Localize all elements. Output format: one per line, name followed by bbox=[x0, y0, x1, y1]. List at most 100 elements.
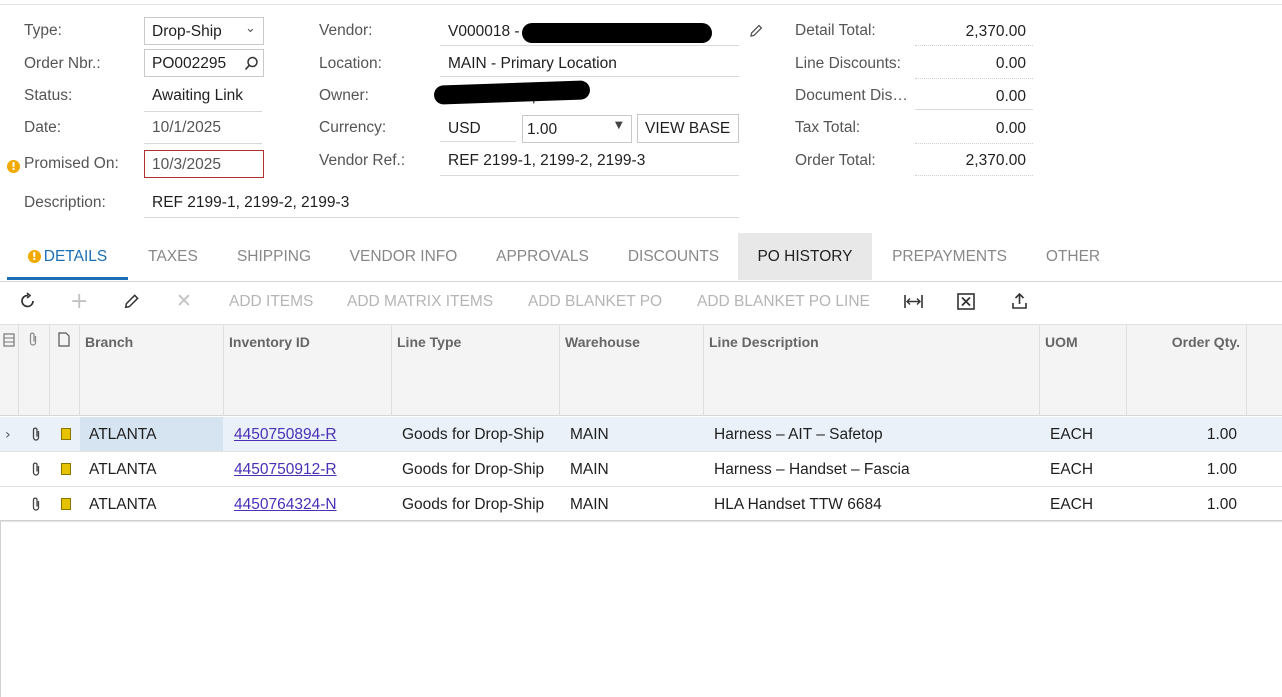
row-paperclip-icon[interactable] bbox=[30, 452, 42, 486]
status-label: Status: bbox=[24, 87, 73, 104]
refresh-icon[interactable] bbox=[19, 292, 37, 310]
cell-branch[interactable]: ATLANTA bbox=[89, 417, 156, 451]
attachment-column bbox=[19, 325, 50, 416]
excel-export-icon[interactable] bbox=[957, 293, 975, 310]
promised-on-field[interactable]: 10/3/2025 bbox=[144, 150, 264, 178]
location-label: Location: bbox=[319, 55, 382, 72]
header-warehouse[interactable]: Warehouse bbox=[560, 325, 704, 416]
table-row[interactable]: › ATLANTA 4450750894-R Goods for Drop-Sh… bbox=[0, 417, 1282, 452]
detail-total-value: 2,370.00 bbox=[965, 23, 1026, 40]
cell-line-type[interactable]: Goods for Drop-Ship bbox=[402, 417, 544, 451]
cell-line-type[interactable]: Goods for Drop-Ship bbox=[402, 487, 544, 521]
location-underline bbox=[440, 51, 739, 77]
view-base-label: VIEW BASE bbox=[645, 120, 731, 137]
cell-line-type[interactable]: Goods for Drop-Ship bbox=[402, 452, 544, 486]
cell-order-qty[interactable]: 1.00 bbox=[1127, 452, 1237, 486]
vendor-ref-underline bbox=[440, 150, 739, 176]
add-matrix-items-button[interactable]: ADD MATRIX ITEMS bbox=[347, 293, 493, 311]
header-line-type[interactable]: Line Type bbox=[392, 325, 560, 416]
order-total-underline bbox=[915, 174, 1033, 176]
cell-inventory-id-link[interactable]: 4450750912-R bbox=[234, 452, 337, 486]
cell-line-description[interactable]: HLA Handset TTW 6684 bbox=[714, 487, 882, 521]
currency-label: Currency: bbox=[319, 119, 387, 136]
tab-other[interactable]: OTHER bbox=[1033, 233, 1113, 280]
promised-on-label: Promised On: bbox=[24, 155, 119, 172]
view-base-button[interactable]: VIEW BASE bbox=[637, 114, 739, 143]
cell-order-qty[interactable]: 1.00 bbox=[1127, 487, 1237, 521]
pencil-icon[interactable] bbox=[748, 23, 764, 39]
type-label: Type: bbox=[24, 22, 62, 39]
table-row[interactable]: ATLANTA 4450764324-N Goods for Drop-Ship… bbox=[0, 487, 1282, 522]
type-value: Drop-Ship bbox=[152, 23, 222, 40]
line-discounts-underline bbox=[915, 77, 1033, 79]
warning-icon: ! bbox=[7, 157, 20, 175]
edit-icon[interactable] bbox=[123, 293, 140, 310]
cell-warehouse[interactable]: MAIN bbox=[570, 417, 609, 451]
search-icon[interactable] bbox=[244, 56, 259, 71]
tab-taxes[interactable]: TAXES bbox=[136, 233, 210, 280]
cell-uom[interactable]: EACH bbox=[1050, 487, 1093, 521]
grid-settings-column[interactable] bbox=[0, 325, 19, 416]
upload-icon[interactable] bbox=[1011, 292, 1028, 310]
row-paperclip-icon[interactable] bbox=[30, 487, 42, 521]
cell-inventory-id-link[interactable]: 4450764324-N bbox=[234, 487, 337, 521]
cell-warehouse[interactable]: MAIN bbox=[570, 452, 609, 486]
cell-line-description[interactable]: Harness – AIT – Safetop bbox=[714, 417, 883, 451]
status-underline bbox=[144, 86, 262, 112]
cell-order-qty[interactable]: 1.00 bbox=[1127, 417, 1237, 451]
add-items-button[interactable]: ADD ITEMS bbox=[229, 293, 313, 311]
currency-rate-value: 1.00 bbox=[527, 121, 558, 138]
tab-bar: ! DETAILS TAXES SHIPPING VENDOR INFO APPR… bbox=[0, 233, 1282, 282]
order-nbr-value: PO002295 bbox=[152, 55, 227, 72]
cell-uom[interactable]: EACH bbox=[1050, 417, 1093, 451]
type-select[interactable]: Drop-Ship ⌄ bbox=[144, 17, 264, 45]
note-column bbox=[50, 325, 80, 416]
document-dis-label: Document Dis… bbox=[795, 87, 908, 104]
tab-approvals[interactable]: APPROVALS bbox=[484, 233, 601, 280]
tab-po-history[interactable]: PO HISTORY bbox=[738, 233, 872, 280]
tab-vendor-info[interactable]: VENDOR INFO bbox=[337, 233, 470, 280]
add-blanket-po-line-button[interactable]: ADD BLANKET PO LINE bbox=[697, 293, 870, 311]
promised-on-value: 10/3/2025 bbox=[152, 156, 221, 173]
columns-icon bbox=[3, 333, 15, 347]
grid-left-border bbox=[0, 520, 1, 697]
tab-discounts[interactable]: DISCOUNTS bbox=[615, 233, 732, 280]
row-paperclip-icon[interactable] bbox=[30, 417, 42, 451]
cell-warehouse[interactable]: MAIN bbox=[570, 487, 609, 521]
header-line-description[interactable]: Line Description bbox=[704, 325, 1040, 416]
warning-icon: ! bbox=[27, 250, 41, 263]
fit-columns-icon[interactable] bbox=[903, 293, 924, 310]
cell-branch[interactable]: ATLANTA bbox=[89, 452, 156, 486]
tab-prepayments[interactable]: PREPAYMENTS bbox=[880, 233, 1019, 280]
table-row[interactable]: ATLANTA 4450750912-R Goods for Drop-Ship… bbox=[0, 452, 1282, 487]
add-row-icon[interactable]: + bbox=[70, 289, 88, 314]
row-note-icon[interactable] bbox=[61, 417, 71, 451]
header-branch[interactable]: Branch bbox=[80, 325, 224, 416]
tab-shipping[interactable]: SHIPPING bbox=[224, 233, 324, 280]
header-uom[interactable]: UOM bbox=[1040, 325, 1127, 416]
description-label: Description: bbox=[24, 194, 106, 211]
row-note-icon[interactable] bbox=[61, 452, 71, 486]
tab-details[interactable]: ! DETAILS bbox=[7, 233, 128, 280]
tax-total-underline bbox=[915, 142, 1033, 144]
order-nbr-label: Order Nbr.: bbox=[24, 55, 101, 72]
cell-uom[interactable]: EACH bbox=[1050, 452, 1093, 486]
cell-branch[interactable]: ATLANTA bbox=[89, 487, 156, 521]
vendor-underline bbox=[440, 20, 739, 46]
add-blanket-po-button[interactable]: ADD BLANKET PO bbox=[528, 293, 662, 311]
owner-label: Owner: bbox=[319, 87, 369, 104]
cell-line-description[interactable]: Harness – Handset – Fascia bbox=[714, 452, 910, 486]
currency-rate-select[interactable]: 1.00 ▼ bbox=[522, 115, 632, 143]
chevron-down-icon: ⌄ bbox=[245, 21, 256, 36]
detail-total-label: Detail Total: bbox=[795, 22, 876, 39]
row-note-icon[interactable] bbox=[61, 487, 71, 521]
header-inventory-id[interactable]: Inventory ID bbox=[224, 325, 392, 416]
cell-inventory-id-link[interactable]: 4450750894-R bbox=[234, 417, 337, 451]
top-divider bbox=[0, 4, 1282, 5]
caret-down-icon: ▼ bbox=[615, 120, 623, 131]
order-nbr-field[interactable]: PO002295 bbox=[144, 49, 264, 77]
tax-total-value: 0.00 bbox=[995, 120, 1026, 137]
grid-header: Branch Inventory ID Line Type Warehouse … bbox=[0, 324, 1282, 416]
header-order-qty[interactable]: Order Qty. bbox=[1127, 325, 1247, 416]
delete-icon[interactable]: ✕ bbox=[176, 290, 192, 312]
